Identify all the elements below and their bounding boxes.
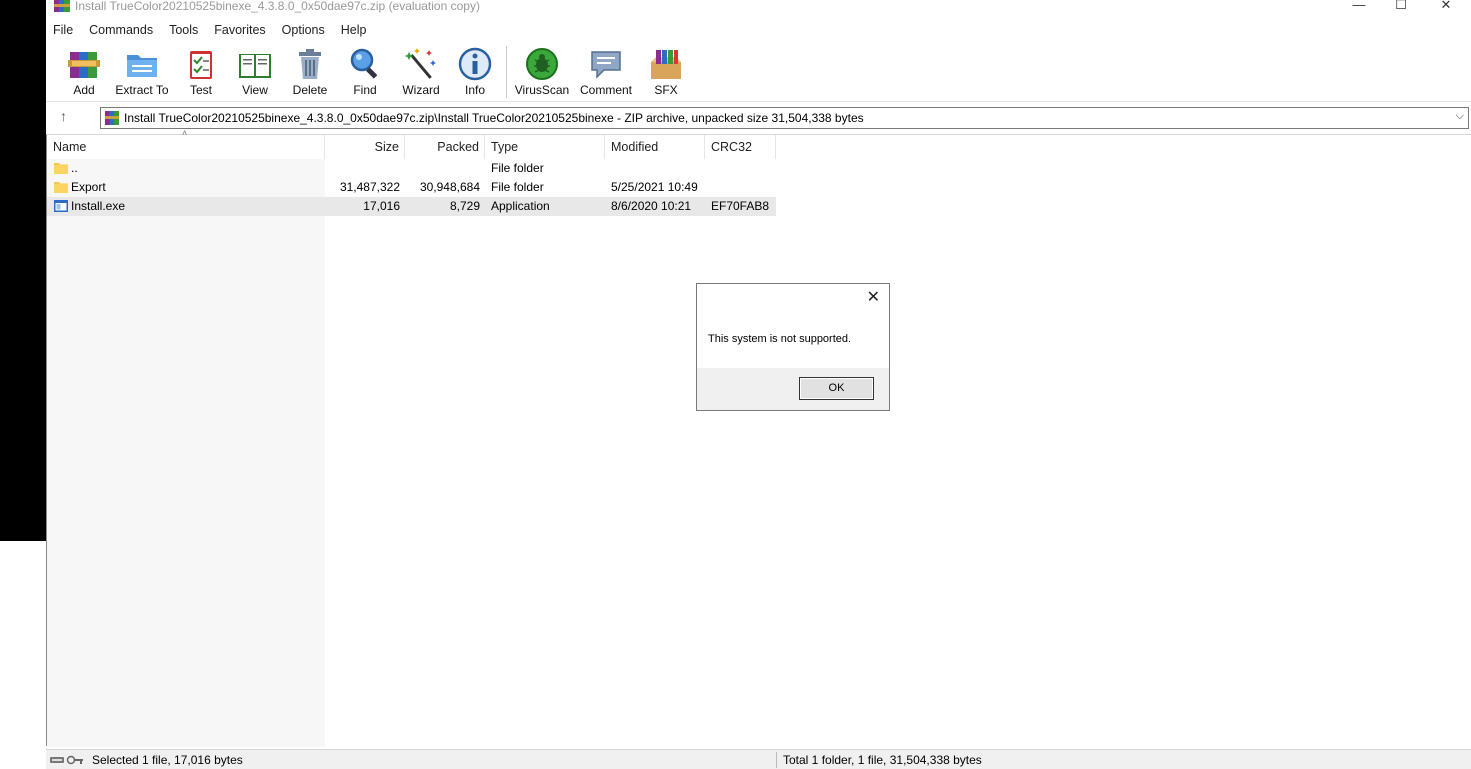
menu-commands[interactable]: Commands: [81, 20, 161, 40]
virusscan-icon: [526, 48, 558, 80]
file-name: Export: [71, 180, 106, 194]
info-icon: [458, 47, 492, 81]
comment-label: Comment: [579, 83, 632, 97]
drive-key-icon: [50, 755, 83, 765]
find-button[interactable]: Find: [341, 42, 389, 100]
virusscan-button[interactable]: VirusScan: [514, 42, 570, 100]
close-window-button[interactable]: ✕: [1423, 0, 1469, 14]
minimize-button[interactable]: —: [1336, 0, 1382, 14]
file-row-install-exe[interactable]: Install.exe 17,016 8,729 Application 8/6…: [47, 197, 776, 216]
file-row-parent[interactable]: .. File folder: [47, 159, 776, 178]
chevron-down-icon[interactable]: ⌵: [1456, 110, 1464, 123]
add-icon: [68, 52, 100, 78]
file-type: File folder: [491, 161, 544, 175]
comment-button[interactable]: Comment: [576, 42, 636, 100]
column-header-crc32[interactable]: CRC32: [705, 135, 776, 159]
file-crc: EF70FAB8: [711, 199, 770, 213]
wizard-label: Wizard: [402, 83, 440, 97]
dialog-close-button[interactable]: ✕: [867, 287, 880, 307]
info-button[interactable]: Info: [451, 42, 499, 100]
view-label: View: [242, 83, 268, 97]
folder-icon: [54, 163, 68, 174]
archive-icon: [105, 111, 119, 125]
file-packed: 8,729: [449, 199, 480, 213]
desktop-background: [0, 0, 46, 541]
name-column-background: [47, 159, 325, 747]
menu-file[interactable]: File: [46, 20, 81, 40]
wizard-icon: [404, 48, 436, 79]
status-bar: Selected 1 file, 17,016 bytes Total 1 fo…: [46, 749, 1471, 769]
delete-button[interactable]: Delete: [286, 42, 334, 100]
column-header-name[interactable]: Name: [47, 135, 325, 159]
file-modified: 5/25/2021 10:49: [611, 180, 698, 194]
sfx-button[interactable]: SFX: [641, 42, 691, 100]
path-combobox[interactable]: Install TrueColor20210525binexe_4.3.8.0_…: [100, 107, 1469, 129]
application-icon: [54, 200, 68, 212]
sfx-label: SFX: [654, 83, 678, 97]
column-header-packed[interactable]: Packed: [405, 135, 485, 159]
dialog-message: This system is not supported.: [708, 333, 852, 345]
address-bar: ↑ Install TrueColor20210525binexe_4.3.8.…: [46, 106, 1471, 130]
test-label: Test: [189, 83, 212, 97]
toolbar-separator: [506, 46, 507, 98]
file-type: Application: [491, 199, 550, 213]
title-bar: Install TrueColor20210525binexe_4.3.8.0_…: [46, 0, 1471, 18]
find-label: Find: [353, 83, 377, 97]
test-button[interactable]: Test: [177, 42, 225, 100]
wizard-button[interactable]: Wizard: [396, 42, 446, 100]
status-total: Total 1 folder, 1 file, 31,504,338 bytes: [783, 753, 982, 767]
delete-label: Delete: [292, 83, 328, 97]
extract-to-label: Extract To: [115, 83, 169, 97]
folder-icon: [54, 182, 68, 193]
file-packed: 30,948,684: [419, 180, 480, 194]
file-type: File folder: [491, 180, 544, 194]
extract-icon: [127, 55, 157, 77]
file-size: 17,016: [363, 199, 400, 213]
comment-icon: [591, 51, 621, 79]
error-dialog: ✕ This system is not supported. OK: [696, 283, 890, 411]
menu-bar: File Commands Tools Favorites Options He…: [46, 20, 1471, 40]
file-row-export[interactable]: Export 31,487,322 30,948,684 File folder…: [47, 178, 776, 197]
maximize-button[interactable]: ☐: [1378, 0, 1424, 14]
file-modified: 8/6/2020 10:21: [611, 199, 692, 213]
file-list[interactable]: ˄ Name Size Packed Type Modified CRC32 .…: [46, 128, 1471, 747]
file-size: 31,487,322: [339, 180, 400, 194]
add-button[interactable]: Add: [59, 42, 109, 100]
menu-help[interactable]: Help: [333, 20, 375, 40]
window-title: Install TrueColor20210525binexe_4.3.8.0_…: [75, 0, 480, 13]
delete-icon: [299, 49, 321, 79]
extract-to-button[interactable]: Extract To: [112, 42, 172, 100]
virusscan-label: VirusScan: [514, 83, 570, 97]
test-icon: [190, 51, 212, 79]
file-name: ..: [71, 161, 78, 175]
menu-options[interactable]: Options: [274, 20, 333, 40]
add-label: Add: [73, 83, 95, 97]
menu-favorites[interactable]: Favorites: [206, 20, 273, 40]
status-selection: Selected 1 file, 17,016 bytes: [92, 753, 243, 767]
info-label: Info: [464, 83, 485, 97]
up-folder-button[interactable]: ↑: [60, 108, 76, 126]
column-header-type[interactable]: Type: [485, 135, 605, 159]
status-divider: [776, 752, 777, 768]
ok-button[interactable]: OK: [799, 377, 874, 400]
column-header-size[interactable]: Size: [325, 135, 405, 159]
menu-tools[interactable]: Tools: [161, 20, 206, 40]
path-text: Install TrueColor20210525binexe_4.3.8.0_…: [124, 111, 864, 125]
file-name: Install.exe: [71, 199, 126, 213]
toolbar: Add Extract To Test View Delete Find Wiz…: [46, 42, 1471, 102]
view-icon: [239, 54, 271, 78]
winrar-app-icon: [54, 0, 70, 12]
view-button[interactable]: View: [231, 42, 279, 100]
column-header-modified[interactable]: Modified: [605, 135, 705, 159]
dialog-footer: OK: [697, 368, 889, 410]
sfx-icon: [651, 50, 681, 79]
find-icon: [350, 48, 378, 79]
